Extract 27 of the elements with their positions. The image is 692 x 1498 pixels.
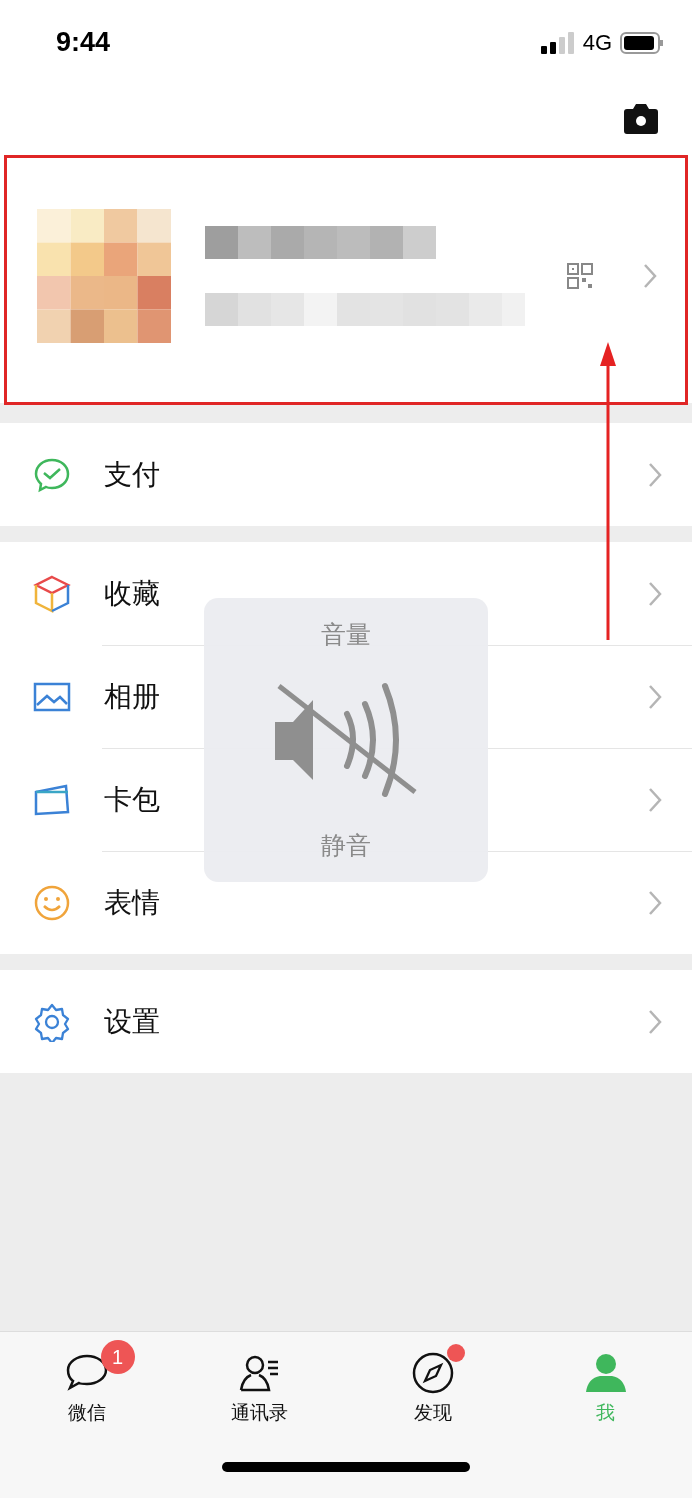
tab-label[interactable]: 发现 bbox=[413, 1400, 452, 1426]
battery-icon bbox=[620, 31, 664, 54]
chevron-icon bbox=[648, 683, 662, 710]
tab-label[interactable]: 通讯录 bbox=[231, 1400, 288, 1426]
menu-item[interactable]: 设置 bbox=[104, 1002, 160, 1041]
qr-code-icon[interactable] bbox=[567, 263, 593, 289]
chevron-icon bbox=[648, 580, 662, 607]
settings-icon bbox=[32, 1001, 72, 1042]
signal-icon bbox=[540, 31, 575, 54]
menu-item[interactable]: 相册 bbox=[104, 677, 160, 716]
chevron-icon bbox=[648, 889, 662, 916]
chevron-icon bbox=[648, 461, 662, 488]
unread-badge: 1 bbox=[100, 1340, 135, 1374]
tab-label[interactable]: 微信 bbox=[67, 1400, 106, 1426]
menu-item[interactable]: 收藏 bbox=[104, 574, 160, 613]
menu-item[interactable]: 表情 bbox=[104, 883, 160, 922]
chevron-icon bbox=[648, 1008, 662, 1035]
cube-icon bbox=[32, 573, 72, 614]
chevron-icon bbox=[643, 263, 657, 289]
menu-item[interactable]: 支付 bbox=[104, 455, 160, 494]
network-label: 4G bbox=[582, 29, 612, 56]
hud-title: 音量 bbox=[321, 619, 371, 651]
chevron-icon bbox=[648, 786, 662, 813]
status-time: 9:44 bbox=[56, 27, 111, 58]
menu-item[interactable]: 卡包 bbox=[104, 780, 160, 819]
camera-icon[interactable] bbox=[622, 104, 660, 134]
hud-status: 静音 bbox=[321, 830, 371, 862]
